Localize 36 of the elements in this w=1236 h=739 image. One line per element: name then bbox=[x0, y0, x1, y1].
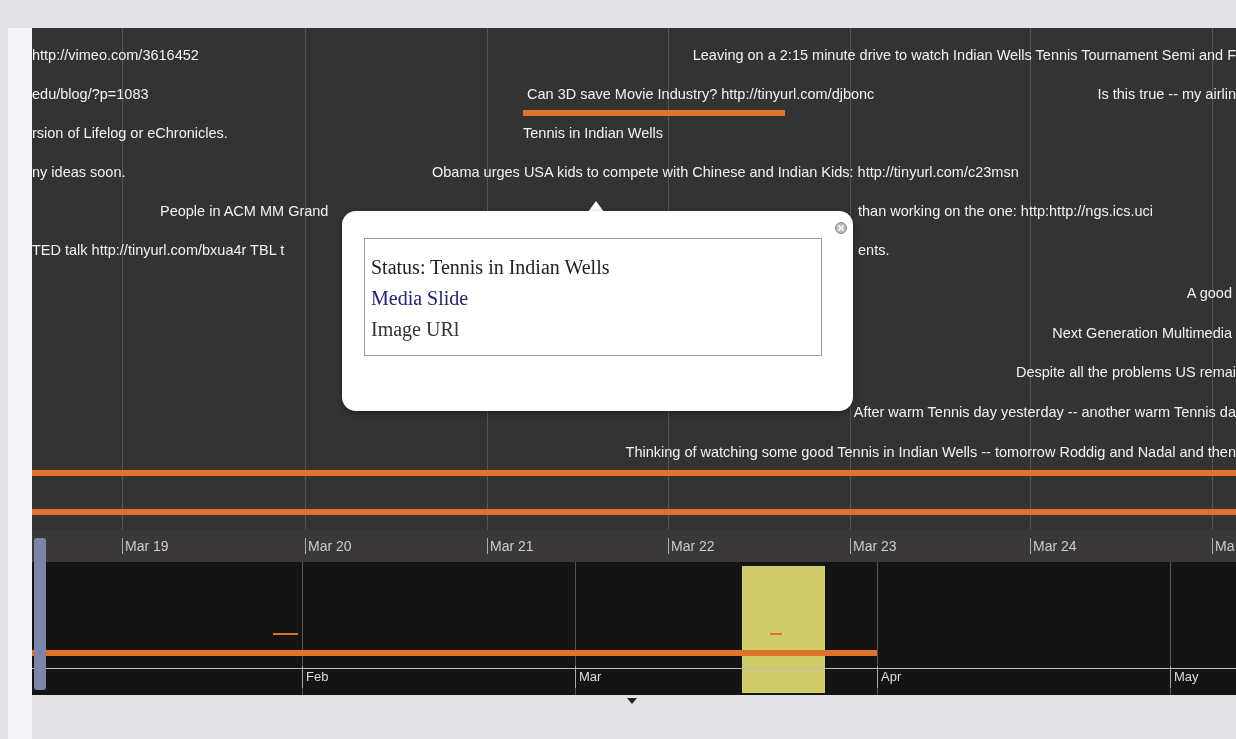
event-label[interactable]: ents. bbox=[858, 242, 890, 259]
event-label[interactable]: Can 3D save Movie Industry? http://tinyurl.com/djbonc bbox=[527, 86, 875, 103]
event-label[interactable]: Tennis in Indian Wells bbox=[523, 125, 663, 142]
month-label: Apr bbox=[877, 666, 902, 688]
image-url-text: Image URl bbox=[371, 317, 460, 343]
event-label[interactable]: Despite all the problems US remai bbox=[1016, 364, 1236, 381]
event-label[interactable]: ny ideas soon. bbox=[32, 164, 126, 181]
date-label: Mar 19 bbox=[122, 538, 169, 554]
date-label: Mar 22 bbox=[668, 538, 715, 554]
event-label[interactable]: rsion of Lifelog or eChronicles. bbox=[32, 125, 228, 142]
month-label: May bbox=[1170, 666, 1199, 688]
event-label[interactable]: Leaving on a 2:15 minute drive to watch Indian Wells Tennis Tournament Semi and F bbox=[692, 47, 1236, 64]
month-label: Mar bbox=[575, 666, 602, 688]
event-marker bbox=[273, 633, 298, 635]
event-label[interactable]: People in ACM MM Grand bbox=[160, 203, 329, 220]
status-text: Status: Tennis in Indian Wells bbox=[371, 255, 611, 280]
event-label[interactable]: Thinking of watching some good Tennis in Indian Wells -- tomorrow Roddig and Nadal and then bbox=[625, 444, 1236, 461]
event-label[interactable]: A good bbox=[1186, 285, 1232, 302]
date-label: Mar 20 bbox=[305, 538, 352, 554]
event-label[interactable]: Next Generation Multimedia bbox=[1052, 325, 1232, 342]
date-label: Mar 21 bbox=[487, 538, 534, 554]
triangle-icon[interactable] bbox=[627, 698, 637, 704]
media-slide-link[interactable]: Media Slide bbox=[371, 285, 469, 312]
event-label[interactable]: TED talk http://tinyurl.com/bxua4r TBL t bbox=[32, 242, 285, 259]
close-icon[interactable] bbox=[835, 220, 847, 232]
event-marker bbox=[770, 633, 782, 635]
event-label[interactable]: http://vimeo.com/3616452 bbox=[32, 47, 199, 64]
event-label[interactable]: Obama urges USA kids to compete with Chinese and Indian Kids: http://tinyurl.com/c23msn bbox=[432, 164, 1019, 181]
event-label[interactable]: edu/blog/?p=1083 bbox=[32, 86, 149, 103]
date-label: Mar 24 bbox=[1030, 538, 1077, 554]
event-label[interactable]: than working on the one: http:http://ngs.ics.uci bbox=[858, 203, 1153, 220]
date-label: Mar 23 bbox=[850, 538, 897, 554]
month-label: Feb bbox=[302, 666, 329, 688]
event-label[interactable]: Is this true -- my airlin bbox=[1097, 86, 1236, 103]
event-label[interactable]: After warm Tennis day yesterday -- another warm Tennis da bbox=[853, 404, 1236, 421]
date-label: Ma bbox=[1212, 538, 1235, 554]
